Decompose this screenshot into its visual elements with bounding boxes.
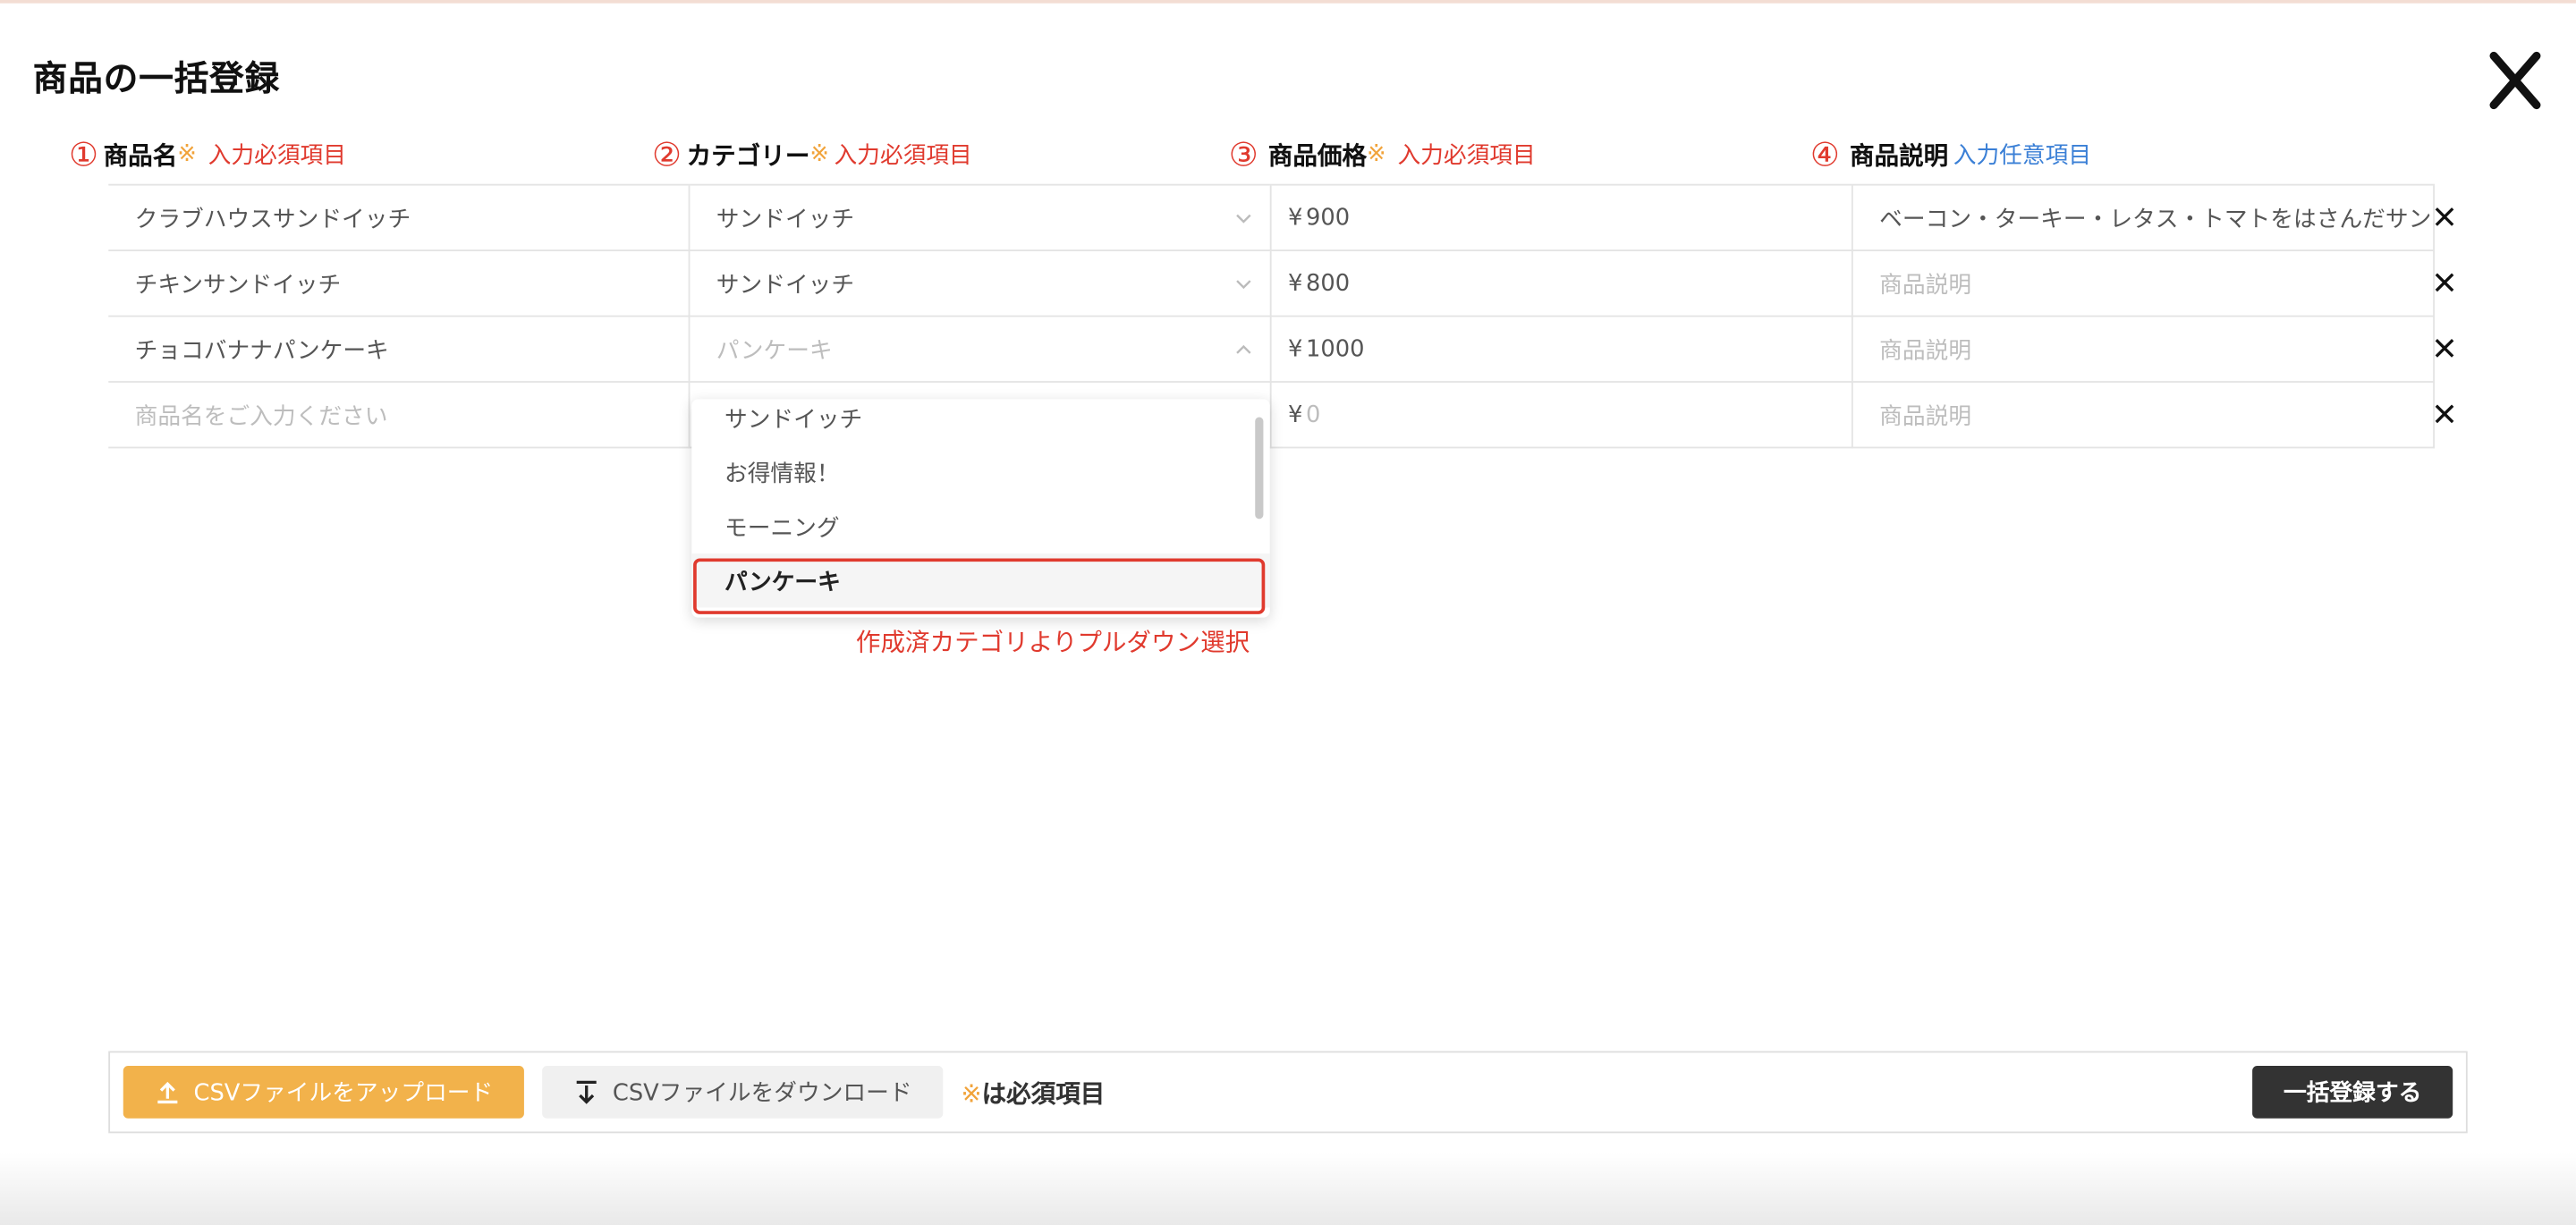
column-number: ② [652,134,682,174]
description-input[interactable]: 商品説明 [1853,251,2435,317]
optional-note: 入力任意項目 [1953,142,2092,170]
required-legend: ※は必須項目 [961,1076,1105,1111]
price-value: 800 [1306,271,1351,298]
download-label: CSVファイルをダウンロード [612,1080,912,1107]
description-input[interactable]: 商品説明 [1853,382,2435,449]
table-row: チョコバナナパンケーキ パンケーキ ¥ 1000 商品説明 [108,317,2454,383]
required-legend-text: は必須項目 [981,1078,1106,1109]
annotation-highlight-box [693,558,1266,614]
delete-row-icon[interactable] [2431,269,2457,295]
column-number: ④ [1810,134,1840,174]
modal-title: 商品の一括登録 [32,59,281,99]
required-note: 入力必須項目 [1397,142,1536,170]
column-number: ③ [1228,134,1258,174]
category-value: サンドイッチ [716,272,855,300]
currency-symbol: ¥ [1287,401,1303,429]
name-input[interactable]: チキンサンドイッチ [108,251,691,317]
chevron-down-icon [1236,214,1251,224]
name-input[interactable]: 商品名をご入力ください [108,382,691,449]
dropdown-option[interactable]: サンドイッチ [691,399,1270,444]
description-input[interactable]: 商品説明 [1853,317,2435,383]
product-table: クラブハウスサンドイッチ サンドイッチ ¥ 900 ベーコン・ターキー・レタス・… [108,183,2454,449]
annotation-note: 作成済カテゴリよりプルダウン選択 [855,627,1250,657]
name-input[interactable]: チョコバナナパンケーキ [108,317,691,383]
csv-upload-button[interactable]: CSVファイルをアップロード [123,1066,524,1119]
price-input[interactable]: ¥ 900 [1272,185,1853,252]
table-row: 商品名をご入力ください ¥ 0 商品説明 [108,382,2454,449]
column-header-name: ① 商品名 ※ 入力必須項目 [69,135,346,174]
price-placeholder: 0 [1306,401,1321,429]
category-select[interactable]: サンドイッチ [690,251,1272,317]
required-mark: ※ [1367,140,1386,168]
required-mark: ※ [809,140,829,168]
table-row: チキンサンドイッチ サンドイッチ ¥ 800 商品説明 [108,251,2454,317]
currency-symbol: ¥ [1287,271,1303,298]
table-row: クラブハウスサンドイッチ サンドイッチ ¥ 900 ベーコン・ターキー・レタス・… [108,185,2454,252]
required-mark: ※ [177,140,197,168]
category-value: サンドイッチ [716,207,855,233]
category-select[interactable]: サンドイッチ [690,185,1272,252]
column-header-category: ② カテゴリー ※ 入力必須項目 [652,135,972,174]
csv-download-button[interactable]: CSVファイルをダウンロード [542,1066,944,1119]
required-note: 入力必須項目 [834,142,972,170]
currency-symbol: ¥ [1287,336,1303,363]
chevron-down-icon [1236,280,1251,290]
upload-label: CSVファイルをアップロード [193,1080,494,1107]
column-name: 商品価格 [1267,140,1368,171]
chevron-up-icon [1236,344,1251,354]
dropdown-scrollbar[interactable] [1255,417,1264,520]
column-header-description: ④ 商品説明 入力任意項目 [1810,135,2091,174]
column-number: ① [69,134,99,174]
delete-row-icon[interactable] [2431,335,2457,361]
price-value: 900 [1306,205,1351,232]
upload-icon [157,1081,178,1104]
column-name: 商品名 [103,140,178,171]
column-name: カテゴリー [686,140,810,171]
delete-row-icon[interactable] [2431,401,2457,427]
delete-row-icon[interactable] [2431,204,2457,230]
name-input[interactable]: クラブハウスサンドイッチ [108,185,691,252]
category-select[interactable]: パンケーキ [690,317,1272,383]
description-input[interactable]: ベーコン・ターキー・レタス・トマトをはさんだサン [1853,185,2435,252]
price-input[interactable]: ¥ 800 [1272,251,1853,317]
required-note: 入力必須項目 [208,142,346,170]
dropdown-option[interactable]: お得情報！ [691,445,1270,500]
price-value: 1000 [1306,336,1365,363]
bottom-shadow [0,1153,2576,1225]
column-header-price: ③ 商品価格 ※ 入力必須項目 [1229,135,1536,174]
price-input[interactable]: ¥ 1000 [1272,317,1853,383]
bulk-register-button[interactable]: 一括登録する [2252,1066,2453,1119]
dropdown-option[interactable]: モーニング [691,499,1270,553]
currency-symbol: ¥ [1287,205,1303,232]
column-name: 商品説明 [1850,140,1949,171]
required-mark: ※ [961,1078,982,1109]
category-value: パンケーキ [716,338,833,365]
close-icon[interactable] [2478,43,2553,118]
download-icon [576,1080,597,1104]
price-input[interactable]: ¥ 0 [1272,382,1853,449]
